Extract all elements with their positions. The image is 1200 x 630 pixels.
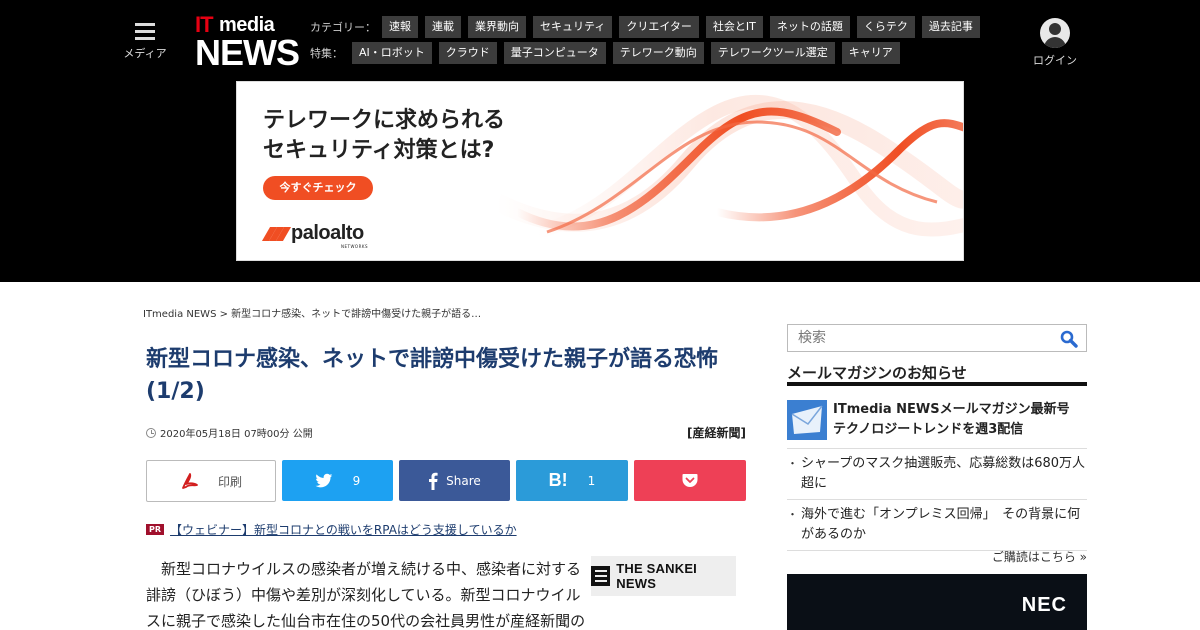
feature-nav: 特集： AI・ロボット クラウド 量子コンピュータ テレワーク動向 テレワークツ… (310, 42, 907, 64)
newsletter-featured-text: ITmedia NEWSメールマガジン最新号 テクノロジートレンドを週3配信 (833, 402, 1083, 437)
article-body: 新型コロナウイルスの感染者が増え続ける中、感染者に対する誹謗（ひぼう）中傷や差別… (146, 560, 586, 630)
ad-headline: テレワークに求められる セキュリティ対策とは? (263, 108, 506, 163)
category-tag[interactable]: 過去記事 (921, 16, 980, 38)
site-header: メディア IT media NEWS カテゴリー： 速報 連載 業界動向 セキュ… (0, 0, 1200, 282)
hatena-icon: B! (548, 470, 568, 490)
subscribe-link[interactable]: ご購読はこちら » (992, 548, 1087, 565)
print-button[interactable]: 印刷 (146, 460, 276, 502)
feature-tag[interactable]: クラウド (438, 42, 497, 64)
pr-link[interactable]: 【ウェビナー】新型コロナとの戦いをRPAはどう支援しているか (170, 521, 517, 538)
login-label: ログイン (1033, 54, 1077, 67)
share-buttons: 印刷 9 Share B! 1 (146, 460, 746, 502)
ad-cta-button[interactable]: 今すぐチェック (263, 176, 373, 200)
user-icon (1040, 18, 1070, 48)
search-icon[interactable] (1060, 330, 1078, 348)
category-nav: カテゴリー： 速報 連載 業界動向 セキュリティ クリエイター 社会とIT ネッ… (310, 16, 987, 38)
sidebar-ad[interactable]: NEC (787, 574, 1087, 630)
sankei-emblem-icon (591, 566, 611, 586)
sankei-news-logo: THE SANKEI NEWS (591, 556, 736, 596)
facebook-share-button[interactable]: Share (399, 460, 510, 501)
twitter-share-button[interactable]: 9 (282, 460, 393, 501)
newsletter-featured[interactable]: ITmedia NEWSメールマガジン最新号 テクノロジートレンドを週3配信 (787, 400, 1087, 449)
newsletter-list: ITmedia NEWSメールマガジン最新号 テクノロジートレンドを週3配信 シ… (787, 400, 1087, 551)
feature-tag[interactable]: 量子コンピュータ (503, 42, 606, 64)
article-title: 新型コロナ感染、ネットで誹謗中傷受けた親子が語る恐怖 (1/2) (146, 347, 719, 404)
category-tag[interactable]: 社会とIT (705, 16, 763, 38)
login-button[interactable]: ログイン (1030, 18, 1080, 68)
feature-tag[interactable]: テレワークツール選定 (710, 42, 835, 64)
newsletter-heading: メールマガジンのお知らせ (787, 362, 1087, 386)
logo-news: NEWS (195, 32, 300, 73)
pr-link-row: PR 【ウェビナー】新型コロナとの戦いをRPAはどう支援しているか (146, 521, 517, 538)
category-label: カテゴリー： (310, 21, 376, 34)
print-label: 印刷 (217, 474, 242, 489)
search-input[interactable] (788, 325, 1048, 351)
category-tag[interactable]: 速報 (382, 16, 418, 38)
newsletter-item[interactable]: 海外で進む「オンプレミス回帰」 その背景に何があるのか (787, 500, 1087, 551)
menu-label: メディア (123, 47, 167, 60)
category-tag[interactable]: クリエイター (619, 16, 699, 38)
article-source: [産経新聞] (687, 426, 746, 440)
mail-icon (787, 400, 827, 440)
category-tag[interactable]: くらテク (856, 16, 915, 38)
hamburger-icon (135, 22, 155, 40)
category-tag[interactable]: セキュリティ (533, 16, 613, 38)
pocket-icon (682, 473, 698, 488)
facebook-label: Share (446, 473, 481, 488)
hatena-bookmark-button[interactable]: B! 1 (516, 460, 628, 501)
pr-badge: PR (146, 524, 165, 535)
category-tag[interactable]: 連載 (425, 16, 461, 38)
pdf-icon (180, 471, 200, 491)
feature-tag[interactable]: テレワーク動向 (612, 42, 704, 64)
newsletter-item[interactable]: シャープのマスク抽選販売、応募総数は680万人超に (787, 449, 1087, 500)
publish-date: 2020年05月18日 07時00分 公開 (146, 425, 313, 440)
menu-button[interactable]: メディア (120, 22, 170, 61)
search-box (787, 324, 1087, 352)
clock-icon (146, 427, 156, 438)
feature-label: 特集： (310, 47, 343, 60)
paloalto-icon (261, 225, 292, 243)
ad-brand-logo: paloalto NETWORKS (261, 222, 368, 249)
twitter-count: 9 (352, 473, 361, 488)
feature-tag[interactable]: キャリア (841, 42, 900, 64)
breadcrumb[interactable]: ITmedia NEWS > 新型コロナ感染、ネットで誹謗中傷受けた親子が語る… (143, 305, 481, 320)
category-tag[interactable]: ネットの話題 (769, 16, 850, 38)
banner-ad[interactable]: テレワークに求められる セキュリティ対策とは? 今すぐチェック paloalto… (236, 81, 964, 261)
pocket-button[interactable] (634, 460, 746, 501)
category-tag[interactable]: 業界動向 (468, 16, 526, 38)
site-logo[interactable]: IT media NEWS (195, 12, 300, 73)
feature-tag[interactable]: AI・ロボット (352, 42, 432, 64)
hatena-count: 1 (587, 473, 596, 488)
article-meta: 2020年05月18日 07時00分 公開 [産経新聞] (146, 424, 746, 440)
facebook-icon (428, 472, 438, 490)
twitter-icon (315, 473, 333, 489)
nec-logo: NEC (1021, 594, 1067, 616)
